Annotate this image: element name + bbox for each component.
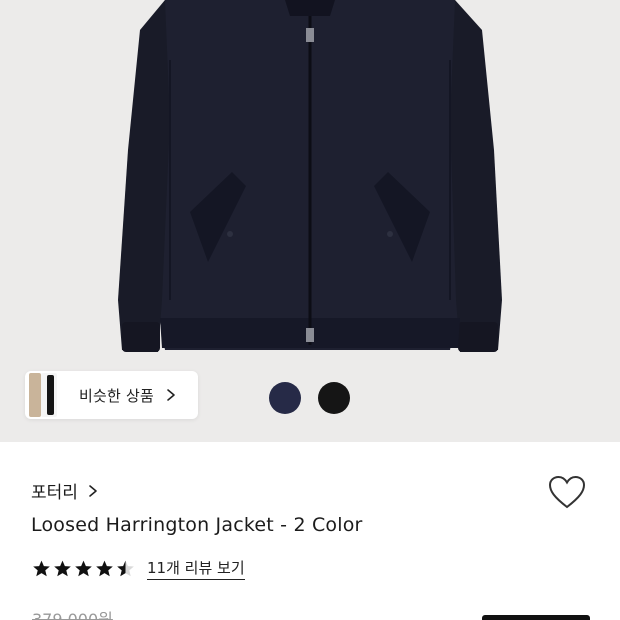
color-swatch-navy[interactable] — [269, 382, 301, 414]
star-icon — [96, 560, 113, 577]
purchase-button[interactable] — [482, 615, 590, 620]
product-title: Loosed Harrington Jacket - 2 Color — [31, 514, 363, 536]
rating-row: 11개 리뷰 보기 — [32, 557, 245, 580]
similar-products-thumbnail — [25, 371, 61, 419]
color-swatch-black[interactable] — [318, 382, 350, 414]
chevron-right-icon — [89, 484, 97, 497]
chevron-right-icon — [167, 389, 175, 401]
heart-icon[interactable] — [548, 475, 586, 511]
product-image-area[interactable]: 비슷한 상품 — [0, 0, 620, 442]
star-rating — [32, 559, 137, 578]
star-icon — [75, 560, 92, 577]
similar-products-button[interactable]: 비슷한 상품 — [25, 371, 198, 419]
brand-name: 포터리 — [31, 483, 78, 503]
review-link[interactable]: 11개 리뷰 보기 — [147, 557, 245, 580]
star-icon — [33, 560, 50, 577]
original-price: 379,000원 — [32, 610, 113, 620]
similar-products-label: 비슷한 상품 — [79, 386, 154, 405]
brand-link[interactable]: 포터리 — [31, 478, 100, 503]
star-icon — [54, 560, 71, 577]
star-half-icon — [117, 560, 134, 577]
